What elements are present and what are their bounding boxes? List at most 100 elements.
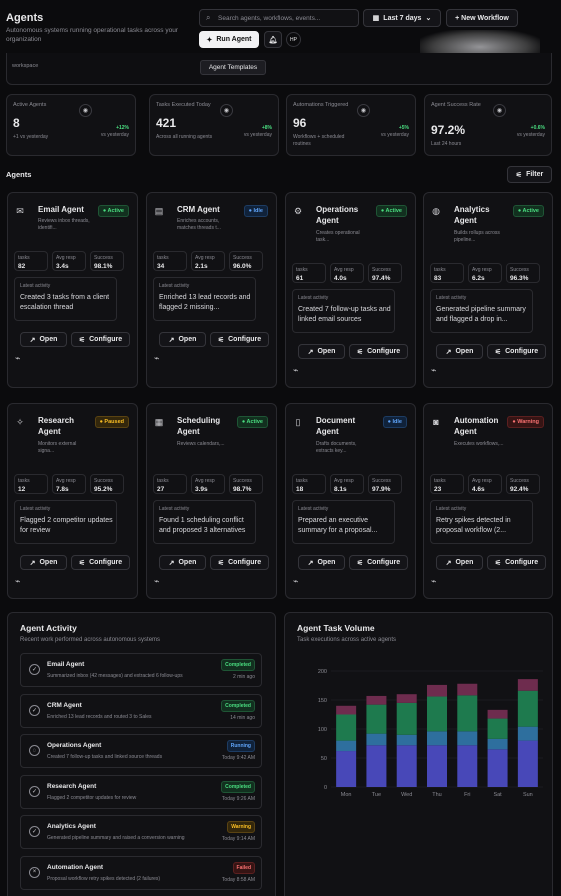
- tasks-stat: tasks 34: [153, 251, 187, 271]
- latest-activity: Latest activity Found 1 scheduling confli…: [153, 500, 256, 544]
- open-button[interactable]: ↗ Open: [436, 555, 483, 570]
- activity-item[interactable]: ✓ CRM Agent Enriched 13 lead records and…: [20, 693, 262, 728]
- x-tick-label: Sat: [493, 792, 502, 798]
- activity-item[interactable]: × Automation Agent Proposal workflow ret…: [20, 855, 262, 890]
- arrow-up-right-icon: ↗: [168, 336, 175, 344]
- gauge-icon: ◉: [357, 104, 370, 117]
- kpi-label: Tasks Executed Today: [156, 102, 211, 108]
- kpi-label: Agent Success Rate: [431, 102, 481, 108]
- open-button[interactable]: ↗ Open: [20, 332, 67, 347]
- success-stat: Success 95.2%: [90, 474, 124, 494]
- x-tick-label: Wed: [401, 792, 412, 798]
- chevron-down-icon: ⌄: [425, 15, 432, 22]
- y-tick-label: 150: [318, 698, 327, 704]
- arrow-up-right-icon: ↗: [445, 348, 452, 356]
- agent-card[interactable]: ✧ Research Agent ● Paused Monitors exter…: [7, 403, 138, 599]
- arrow-up-right-icon: ↗: [445, 559, 452, 567]
- bar-segment: [396, 745, 417, 787]
- arrow-up-right-icon: ↗: [168, 559, 175, 567]
- success-stat: Success 98.7%: [229, 474, 263, 494]
- sliders-icon: ⚟: [78, 559, 86, 567]
- status-badge: ● Active: [236, 416, 268, 428]
- open-button[interactable]: ↗ Open: [20, 555, 67, 570]
- search-icon: ⌕: [206, 13, 211, 22]
- tasks-stat: tasks 83: [430, 263, 464, 283]
- open-button[interactable]: ↗ Open: [159, 332, 206, 347]
- activity-item[interactable]: ◌ Operations Agent Created 7 follow-up t…: [20, 734, 262, 768]
- agent-card[interactable]: ▤ CRM Agent ● Idle Enriches accounts, ma…: [146, 192, 277, 388]
- configure-button[interactable]: ⚟ Configure: [71, 555, 130, 570]
- agent-description: Creates operational task...: [316, 230, 360, 243]
- activity-agent-name: Analytics Agent: [47, 823, 96, 830]
- avg-response-stat: Avg resp 4.0s: [330, 263, 364, 283]
- bar-segment: [396, 734, 417, 746]
- avg-response-stat: Avg resp 7.8s: [52, 474, 86, 494]
- latest-activity: Latest activity Created 3 tasks from a cl…: [14, 277, 117, 321]
- bar-segment: [517, 740, 538, 787]
- agent-card[interactable]: ◙ Automation Agent ● Warning Executes wo…: [423, 403, 553, 599]
- activity-pulse-icon: ⌁: [431, 365, 437, 375]
- agent-name: Automation Agent: [454, 416, 499, 436]
- latest-activity: Latest activity Created 7 follow-up tasks…: [292, 289, 395, 333]
- configure-button[interactable]: ⚟ Configure: [210, 332, 269, 347]
- new-workflow-button[interactable]: + New Workflow: [446, 9, 518, 27]
- agent-card[interactable]: ⚙ Operations Agent ● Active Creates oper…: [285, 192, 416, 388]
- agent-name: CRM Agent: [177, 205, 220, 214]
- activity-pulse-icon: ⌁: [15, 353, 21, 363]
- agent-card[interactable]: ▦ Scheduling Agent ● Active Reviews cale…: [146, 403, 277, 599]
- bar-segment: [336, 740, 357, 752]
- sliders-icon: ⚟: [494, 348, 502, 356]
- agent-card[interactable]: ✉ Email Agent ● Active Reviews inbox thr…: [7, 192, 138, 388]
- agent-description: Reviews calendars,...: [177, 441, 225, 447]
- calendar-icon: ▦: [372, 15, 380, 22]
- activity-pulse-icon: ⌁: [293, 576, 299, 586]
- agent-card[interactable]: ◍ Analytics Agent ● Active Builds rollup…: [423, 192, 553, 388]
- globe-icon: ◍: [432, 205, 440, 216]
- agent-card[interactable]: ▯ Document Agent ● Idle Drafts documents…: [285, 403, 416, 599]
- configure-button[interactable]: ⚟ Configure: [349, 555, 408, 570]
- y-tick-label: 50: [321, 756, 327, 762]
- configure-button[interactable]: ⚟ Configure: [349, 344, 408, 359]
- search-input[interactable]: ⌕ Search agents, workflows, events...: [199, 9, 359, 27]
- agent-name: Operations Agent: [316, 205, 359, 225]
- kpi-subtext: +1 vs yesterday: [13, 134, 49, 140]
- activity-status-badge: Failed: [232, 861, 255, 874]
- bar-segment: [396, 702, 417, 735]
- arrow-up-right-icon: ↗: [29, 559, 36, 567]
- open-button[interactable]: ↗ Open: [436, 344, 483, 359]
- bar-segment: [336, 705, 357, 715]
- open-button[interactable]: ↗ Open: [298, 344, 345, 359]
- configure-button[interactable]: ⚟ Configure: [487, 555, 546, 570]
- kpi-subtext: Across all running agents: [156, 134, 213, 140]
- bar-segment: [457, 695, 478, 732]
- activity-item[interactable]: ✓ Research Agent Flagged 2 competitor up…: [20, 774, 262, 809]
- notifications-button[interactable]: 🔔︎: [264, 31, 282, 48]
- kpi-value: 421: [156, 116, 177, 130]
- activity-agent-name: Automation Agent: [47, 863, 104, 871]
- task-volume-panel: Agent Task Volume Task executions across…: [284, 612, 553, 896]
- avatar[interactable]: HP: [286, 32, 301, 47]
- page-subtitle: Autonomous systems running operational t…: [6, 27, 178, 43]
- activity-item[interactable]: ✓ Analytics Agent Generated pipeline sum…: [20, 815, 262, 849]
- filter-button[interactable]: ⚟ Filter: [507, 166, 552, 183]
- configure-button[interactable]: ⚟ Configure: [210, 555, 269, 570]
- bar-segment: [517, 679, 538, 691]
- run-agent-button[interactable]: ✦ Run Agent: [199, 31, 259, 48]
- calendar-icon: ▦: [154, 416, 164, 427]
- date-range-select[interactable]: ▦ Last 7 days ⌄: [363, 9, 441, 27]
- open-button[interactable]: ↗ Open: [298, 555, 345, 570]
- y-tick-label: 0: [324, 785, 327, 791]
- activity-agent-name: CRM Agent: [47, 701, 82, 709]
- sliders-icon: ⚟: [217, 559, 225, 567]
- tasks-stat: tasks 18: [292, 474, 326, 494]
- configure-button[interactable]: ⚟ Configure: [71, 332, 130, 347]
- open-button[interactable]: ↗ Open: [159, 555, 206, 570]
- configure-button[interactable]: ⚟ Configure: [487, 344, 546, 359]
- bar-segment: [366, 704, 387, 734]
- x-tick-label: Tue: [372, 792, 381, 798]
- status-badge: ● Active: [375, 205, 407, 217]
- activity-item[interactable]: ✓ Email Agent Summarized inbox (42 messa…: [20, 653, 262, 687]
- activity-description: Generated pipeline summary and raised a …: [47, 835, 185, 841]
- bell-icon: 🔔︎: [268, 36, 278, 44]
- activity-pulse-icon: ⌁: [293, 365, 299, 375]
